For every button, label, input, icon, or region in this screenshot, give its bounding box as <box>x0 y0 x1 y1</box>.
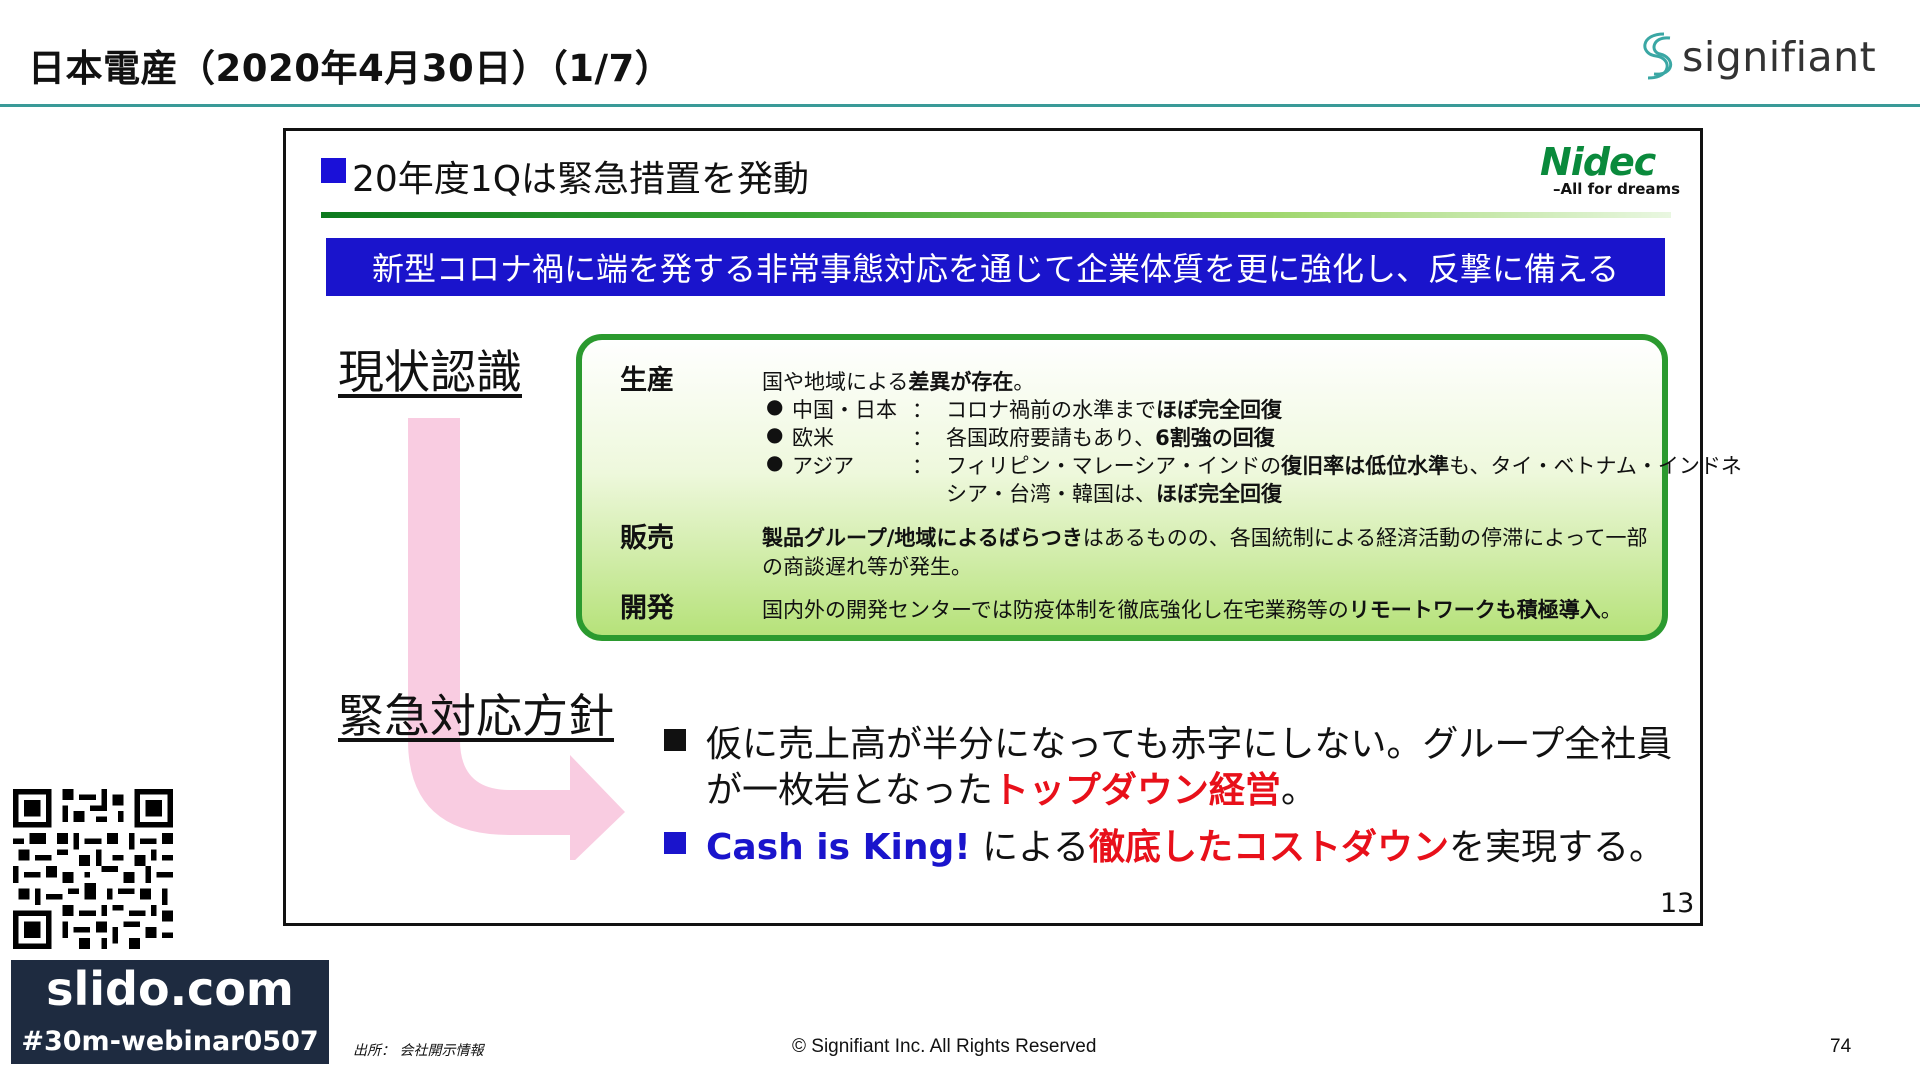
region-label: 中国・日本 <box>792 398 897 422</box>
nidec-tagline: –All for dreams <box>1553 180 1681 198</box>
region-detail: 各国政府要請もあり、6割強の回復 <box>946 426 1275 450</box>
policy-1-line2: が一枚岩となったトップダウン経営。 <box>706 770 1317 811</box>
bullet-icon: ● <box>766 394 784 418</box>
page-number: 74 <box>1830 1036 1852 1057</box>
policy-bullet-blue-icon <box>664 832 686 854</box>
slide-number: 13 <box>1660 888 1695 919</box>
region-detail-cont: シア・台湾・韓国は、ほぼ完全回復 <box>946 482 1282 506</box>
sales-text: 製品グループ/地域によるばらつきはあるものの、各国統制による経済活動の停滞によっ… <box>762 526 1648 550</box>
slide-heading: 20年度1Qは緊急措置を発動 <box>352 159 810 200</box>
colon: ： <box>912 398 933 422</box>
slide-banner: 新型コロナ禍に端を発する非常事態対応を通じて企業体質を更に強化し、反撃に備える <box>326 238 1665 296</box>
policy-2: Cash is King! による徹底したコストダウンを実現する。 <box>706 827 1666 868</box>
policy-bullet-icon <box>664 729 686 751</box>
source-note: 出所： 会社開示情報 <box>353 1043 484 1059</box>
category-development: 開発 <box>620 593 674 624</box>
category-production: 生産 <box>620 365 674 396</box>
bullet-icon: ● <box>766 422 784 446</box>
production-intro: 国や地域による差異が存在。 <box>762 370 1035 394</box>
category-sales: 販売 <box>620 523 674 554</box>
label-current-status: 現状認識 <box>338 345 522 399</box>
page-title: 日本電産（2020年4月30日）（1/7） <box>28 47 673 90</box>
development-text: 国内外の開発センターでは防疫体制を徹底強化し在宅業務等のリモートワークも積極導入… <box>762 598 1622 622</box>
slido-url: slido.com <box>46 962 294 1016</box>
region-label: 欧米 <box>792 426 834 450</box>
bullet-icon: ● <box>766 450 784 474</box>
nidec-logo: Nidec <box>1540 140 1656 184</box>
label-emergency-policy: 緊急対応方針 <box>338 689 614 743</box>
copyright: © Signifiant Inc. All Rights Reserved <box>792 1036 1097 1057</box>
region-detail: コロナ禍前の水準までほぼ完全回復 <box>946 398 1282 422</box>
policy-1-line1: 仮に売上高が半分になっても赤字にしない。グループ全社員 <box>706 724 1673 765</box>
brand-name: signifiant <box>1682 33 1877 81</box>
region-label: アジア <box>792 454 855 478</box>
qr-code-icon <box>13 789 173 949</box>
heading-rule <box>321 212 1671 218</box>
colon: ： <box>912 426 933 450</box>
slido-hashtag: #30m-webinar0507 <box>21 1026 319 1057</box>
heading-square-icon <box>321 158 346 183</box>
sales-text-cont: の商談遅れ等が発生。 <box>762 555 972 579</box>
header-rule <box>0 104 1920 107</box>
status-box: 生産 国や地域による差異が存在。 ● 中国・日本 ： コロナ禍前の水準までほぼ完… <box>576 334 1742 641</box>
region-detail: フィリピン・マレーシア・インドの復旧率は低位水準も、タイ・ベトナム・インドネ <box>946 454 1742 478</box>
colon: ： <box>912 454 933 478</box>
